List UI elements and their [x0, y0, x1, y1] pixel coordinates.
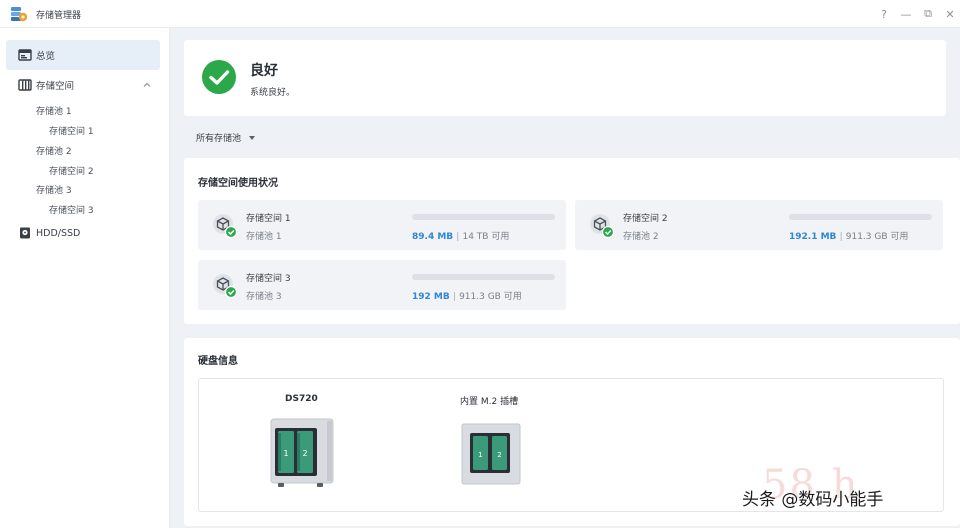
volume-cube-icon [213, 274, 238, 299]
watermark-text: 头条 @数码小能手 [742, 490, 884, 510]
m2-slot-label: 内置 M.2 插槽 [460, 397, 519, 407]
volume-available: 911.3 GB 可用 [459, 292, 522, 302]
sidebar: 总览 存储空间 存储池 1 存储空间 1 存储池 2 存储空间 2 存储池 3 … [0, 28, 170, 528]
volume-used: 192.1 MB [789, 232, 837, 242]
storage-icon [18, 79, 32, 91]
main-content: 良好 系统良好。 所有存储池 存储空间使用状况 存储空间 1 存储池 1 89.… [170, 28, 960, 528]
sidebar-item-pool-1[interactable]: 存储池 1 [36, 104, 72, 117]
volume-available: 911.3 GB 可用 [845, 232, 909, 242]
usage-section-title: 存储空间使用状况 [198, 178, 278, 189]
pool-filter-dropdown[interactable]: 所有存储池 [196, 131, 256, 144]
volume-pool: 存储池 1 [246, 232, 282, 242]
separator: | [452, 292, 456, 302]
sidebar-item-volume-1[interactable]: 存储空间 1 [49, 124, 94, 137]
m2-slot-2: 2 [497, 451, 501, 459]
m2-slot-icon[interactable]: 1 2 [461, 423, 521, 485]
separator: | [456, 232, 460, 242]
volume-tile-1[interactable]: 存储空间 1 存储池 1 89.4 MB | 14 TB 可用 [198, 200, 566, 250]
volume-used: 89.4 MB [412, 232, 454, 242]
help-button[interactable]: ? [876, 6, 892, 22]
ds720-label: DS720 [285, 394, 318, 404]
volume-tile-2[interactable]: 存储空间 2 存储池 2 192.1 MB | 911.3 GB 可用 [575, 200, 943, 250]
status-check-badge [202, 60, 236, 94]
volume-tile-3[interactable]: 存储空间 3 存储池 3 192 MB | 911.3 GB 可用 [198, 260, 566, 310]
volume-cube-icon [590, 214, 615, 239]
health-status-card: 良好 系统良好。 [184, 40, 946, 116]
usage-bar [789, 214, 932, 220]
volume-usage-text: 192 MB | 911.3 GB 可用 [412, 289, 522, 302]
restore-button[interactable]: ⧉ [920, 6, 936, 22]
nav-hdd-ssd[interactable]: HDD/SSD [6, 218, 160, 248]
usage-bar [412, 274, 555, 280]
nav-overview-label: 总览 [36, 51, 56, 62]
caret-down-icon [249, 135, 256, 140]
sidebar-item-volume-3[interactable]: 存储空间 3 [49, 203, 94, 216]
volume-pool: 存储池 3 [246, 292, 282, 302]
volume-pool: 存储池 2 [623, 232, 659, 242]
nav-overview[interactable]: 总览 [6, 40, 160, 70]
nav-storage[interactable]: 存储空间 [6, 70, 160, 100]
sidebar-item-volume-2[interactable]: 存储空间 2 [49, 164, 94, 177]
check-icon [209, 70, 230, 85]
chevron-up-icon[interactable] [142, 80, 152, 90]
pool-filter-label: 所有存储池 [196, 134, 242, 144]
volume-usage-text: 89.4 MB | 14 TB 可用 [412, 229, 509, 242]
separator: | [839, 232, 843, 242]
close-button[interactable]: ✕ [942, 6, 958, 22]
volume-usage-text: 192.1 MB | 911.3 GB 可用 [789, 229, 908, 242]
minimize-button[interactable]: — [898, 6, 914, 22]
nav-storage-label: 存储空间 [36, 81, 75, 92]
volume-usage-card: 存储空间使用状况 存储空间 1 存储池 1 89.4 MB | 14 TB 可用 [184, 158, 960, 324]
ds720-nas-icon[interactable]: 1 2 [269, 417, 335, 491]
sidebar-item-pool-2[interactable]: 存储池 2 [36, 144, 72, 157]
usage-bar [412, 214, 555, 220]
volume-name: 存储空间 2 [623, 214, 668, 224]
sidebar-item-pool-3[interactable]: 存储池 3 [36, 183, 72, 196]
volume-name: 存储空间 3 [246, 274, 291, 284]
nav-hdd-ssd-label: HDD/SSD [36, 227, 81, 239]
volume-used: 192 MB [412, 292, 450, 302]
disk-section-title: 硬盘信息 [198, 356, 238, 367]
volume-name: 存储空间 1 [246, 214, 291, 224]
m2-slot-1: 1 [478, 451, 482, 459]
overview-icon [18, 49, 32, 61]
storage-manager-app-icon [11, 7, 28, 22]
ds720-slot-2: 2 [302, 449, 307, 458]
disk-icon [20, 227, 30, 239]
status-title: 良好 [250, 63, 278, 79]
status-subtitle: 系统良好。 [250, 88, 296, 98]
title-bar: 存储管理器 ? — ⧉ ✕ [0, 0, 960, 28]
volume-cube-icon [213, 214, 238, 239]
volume-available: 14 TB 可用 [462, 232, 510, 242]
app-title: 存储管理器 [36, 11, 82, 21]
ds720-slot-1: 1 [283, 449, 288, 458]
